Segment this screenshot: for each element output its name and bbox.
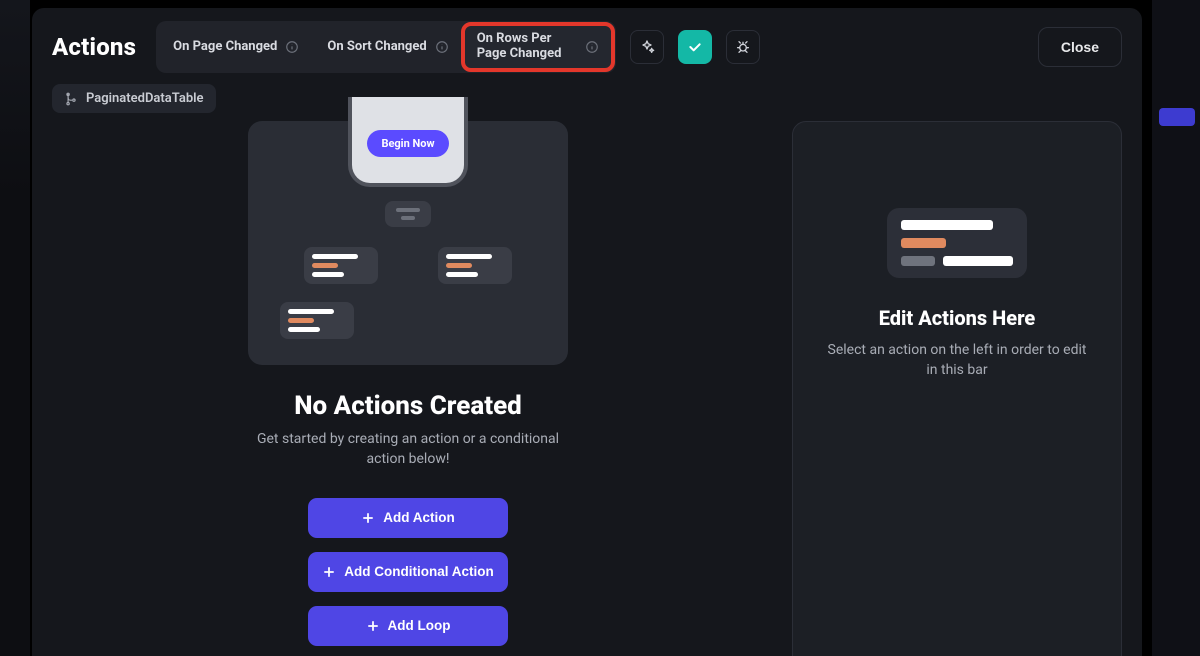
breadcrumb-label: PaginatedDataTable: [86, 91, 204, 106]
magic-icon-button[interactable]: [630, 30, 664, 64]
right-column: Edit Actions Here Select an action on th…: [792, 121, 1122, 633]
empty-state-title: No Actions Created: [294, 391, 522, 421]
illustration-node: [304, 247, 378, 284]
empty-illustration: Begin Now: [248, 121, 568, 365]
background-left-strip: [0, 0, 30, 656]
device-mockup: Begin Now: [348, 97, 468, 187]
illustration-bar: [288, 318, 314, 323]
modal-header: Actions On Page Changed On Sort Changed …: [52, 24, 1122, 70]
add-conditional-action-button[interactable]: Add Conditional Action: [308, 552, 508, 592]
illustration-node: [385, 201, 431, 227]
tab-on-page-changed[interactable]: On Page Changed: [159, 32, 313, 63]
modal-body: Begin Now: [52, 121, 1122, 633]
illustration-node: [280, 302, 354, 339]
widget-tree-icon: [64, 92, 78, 106]
validate-icon-button[interactable]: [678, 30, 712, 64]
illustration-bar: [943, 256, 1013, 266]
left-column: Begin Now: [52, 121, 764, 633]
check-icon: [687, 39, 703, 55]
bug-icon: [735, 39, 751, 55]
illustration-bar: [288, 309, 334, 314]
illustration-bar: [446, 272, 478, 277]
close-button[interactable]: Close: [1038, 27, 1122, 67]
right-panel-title: Edit Actions Here: [879, 306, 1035, 330]
trigger-tabs: On Page Changed On Sort Changed On Rows …: [156, 21, 616, 73]
empty-state-subtitle: Get started by creating an action or a c…: [238, 429, 578, 470]
illustration-bar: [396, 208, 420, 212]
edit-actions-panel: Edit Actions Here Select an action on th…: [792, 121, 1122, 656]
info-icon[interactable]: [285, 40, 299, 54]
info-icon[interactable]: [585, 40, 599, 54]
plus-icon: [366, 619, 380, 633]
illustration-bar: [401, 216, 415, 220]
breadcrumb: PaginatedDataTable: [52, 84, 1122, 113]
illustration-begin-pill: Begin Now: [367, 130, 448, 157]
illustration-bar: [446, 263, 472, 268]
info-icon[interactable]: [435, 40, 449, 54]
illustration-bar: [901, 238, 946, 248]
breadcrumb-chip[interactable]: PaginatedDataTable: [52, 84, 216, 113]
right-panel-subtitle: Select an action on the left in order to…: [827, 340, 1087, 381]
plus-icon: [322, 565, 336, 579]
plus-icon: [361, 511, 375, 525]
add-loop-button[interactable]: Add Loop: [308, 606, 508, 646]
illustration-bar: [901, 256, 935, 266]
tab-on-rows-per-page-changed[interactable]: On Rows Per Page Changed: [463, 24, 613, 70]
add-action-button[interactable]: Add Action: [308, 498, 508, 538]
button-label: Add Action: [383, 510, 455, 525]
action-buttons: Add Action Add Conditional Action Add Lo…: [308, 498, 508, 646]
illustration-bar: [446, 254, 492, 259]
page-title: Actions: [52, 33, 136, 61]
illustration-bar: [901, 220, 993, 230]
background-right-strip: [1152, 0, 1200, 656]
actions-modal: Actions On Page Changed On Sort Changed …: [32, 8, 1142, 656]
tab-label: On Page Changed: [173, 40, 277, 55]
button-label: Add Conditional Action: [344, 564, 493, 579]
illustration-node: [438, 247, 512, 284]
button-label: Add Loop: [388, 618, 451, 633]
illustration-bar: [312, 254, 358, 259]
tab-on-sort-changed[interactable]: On Sort Changed: [313, 32, 462, 63]
illustration-bar: [288, 327, 320, 332]
illustration-bar: [312, 272, 344, 277]
illustration-tree: [270, 201, 546, 339]
tab-label: On Sort Changed: [327, 40, 426, 55]
debug-icon-button[interactable]: [726, 30, 760, 64]
code-illustration: [887, 208, 1027, 278]
tab-label: On Rows Per Page Changed: [477, 32, 577, 62]
sparkle-icon: [639, 39, 655, 55]
illustration-bar: [312, 263, 338, 268]
background-accent-pill: [1159, 108, 1195, 126]
